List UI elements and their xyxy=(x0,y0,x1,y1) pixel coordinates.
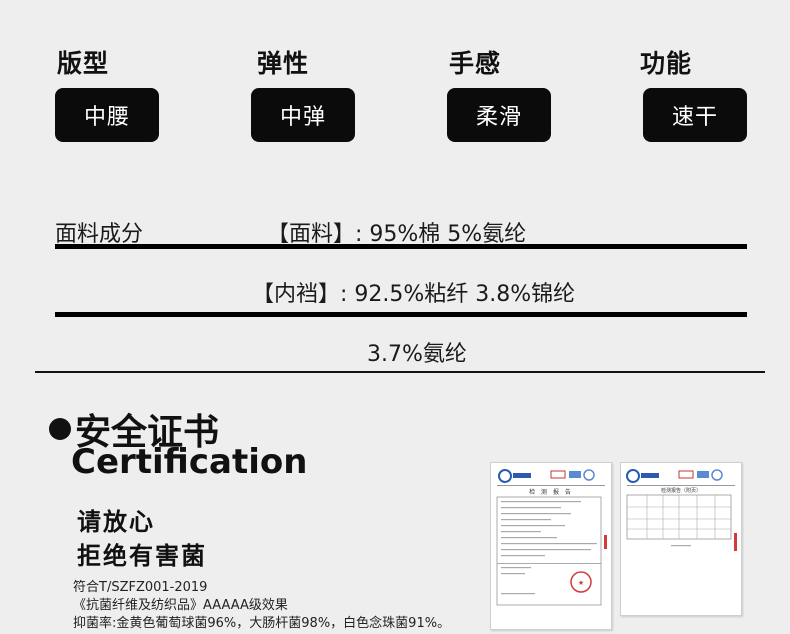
section-divider xyxy=(35,371,765,373)
attr-label-function: 功能 xyxy=(640,49,693,78)
attr-label-elasticity: 弹性 xyxy=(257,49,310,78)
test-report-appendix-image xyxy=(626,469,737,551)
test-report-document: ★ 检 测 报 告 xyxy=(490,462,612,630)
attr-badge-fit: 中腰 xyxy=(55,88,159,142)
fabric-divider-2 xyxy=(55,312,747,317)
cert-sub-1: 请放心 xyxy=(77,508,155,536)
test-report-appendix-document: 检测报告（附页） xyxy=(620,462,742,616)
cert-note-standard: 符合T/SZFZ001-2019 xyxy=(73,580,208,595)
fabric-line-crotch: 【内裆】: 92.5%粘纤 3.8%锦纶 xyxy=(252,282,576,307)
attr-badge-elasticity: 中弹 xyxy=(251,88,355,142)
cert-sub-2: 拒绝有害菌 xyxy=(77,542,207,570)
test-report-appendix-title: 检测报告（附页） xyxy=(660,488,701,494)
fabric-divider-1 xyxy=(55,244,747,249)
cert-note-rates: 抑菌率:金黄色葡萄球菌96%，大肠杆菌98%，白色念珠菌91%。 xyxy=(73,616,451,631)
attr-label-feel: 手感 xyxy=(449,49,502,78)
svg-text:★: ★ xyxy=(578,579,584,587)
bullet-icon xyxy=(49,418,71,440)
cert-title-en: Certification xyxy=(71,442,308,482)
fabric-line-spandex: 3.7%氨纶 xyxy=(367,342,467,367)
attr-badge-function: 速干 xyxy=(643,88,747,142)
cert-note-spec: 《抗菌纤维及纺织品》AAAAA级效果 xyxy=(73,598,288,613)
test-report-title: 检 测 报 告 xyxy=(529,489,573,496)
attr-label-fit: 版型 xyxy=(57,49,110,78)
attr-badge-feel: 柔滑 xyxy=(447,88,551,142)
